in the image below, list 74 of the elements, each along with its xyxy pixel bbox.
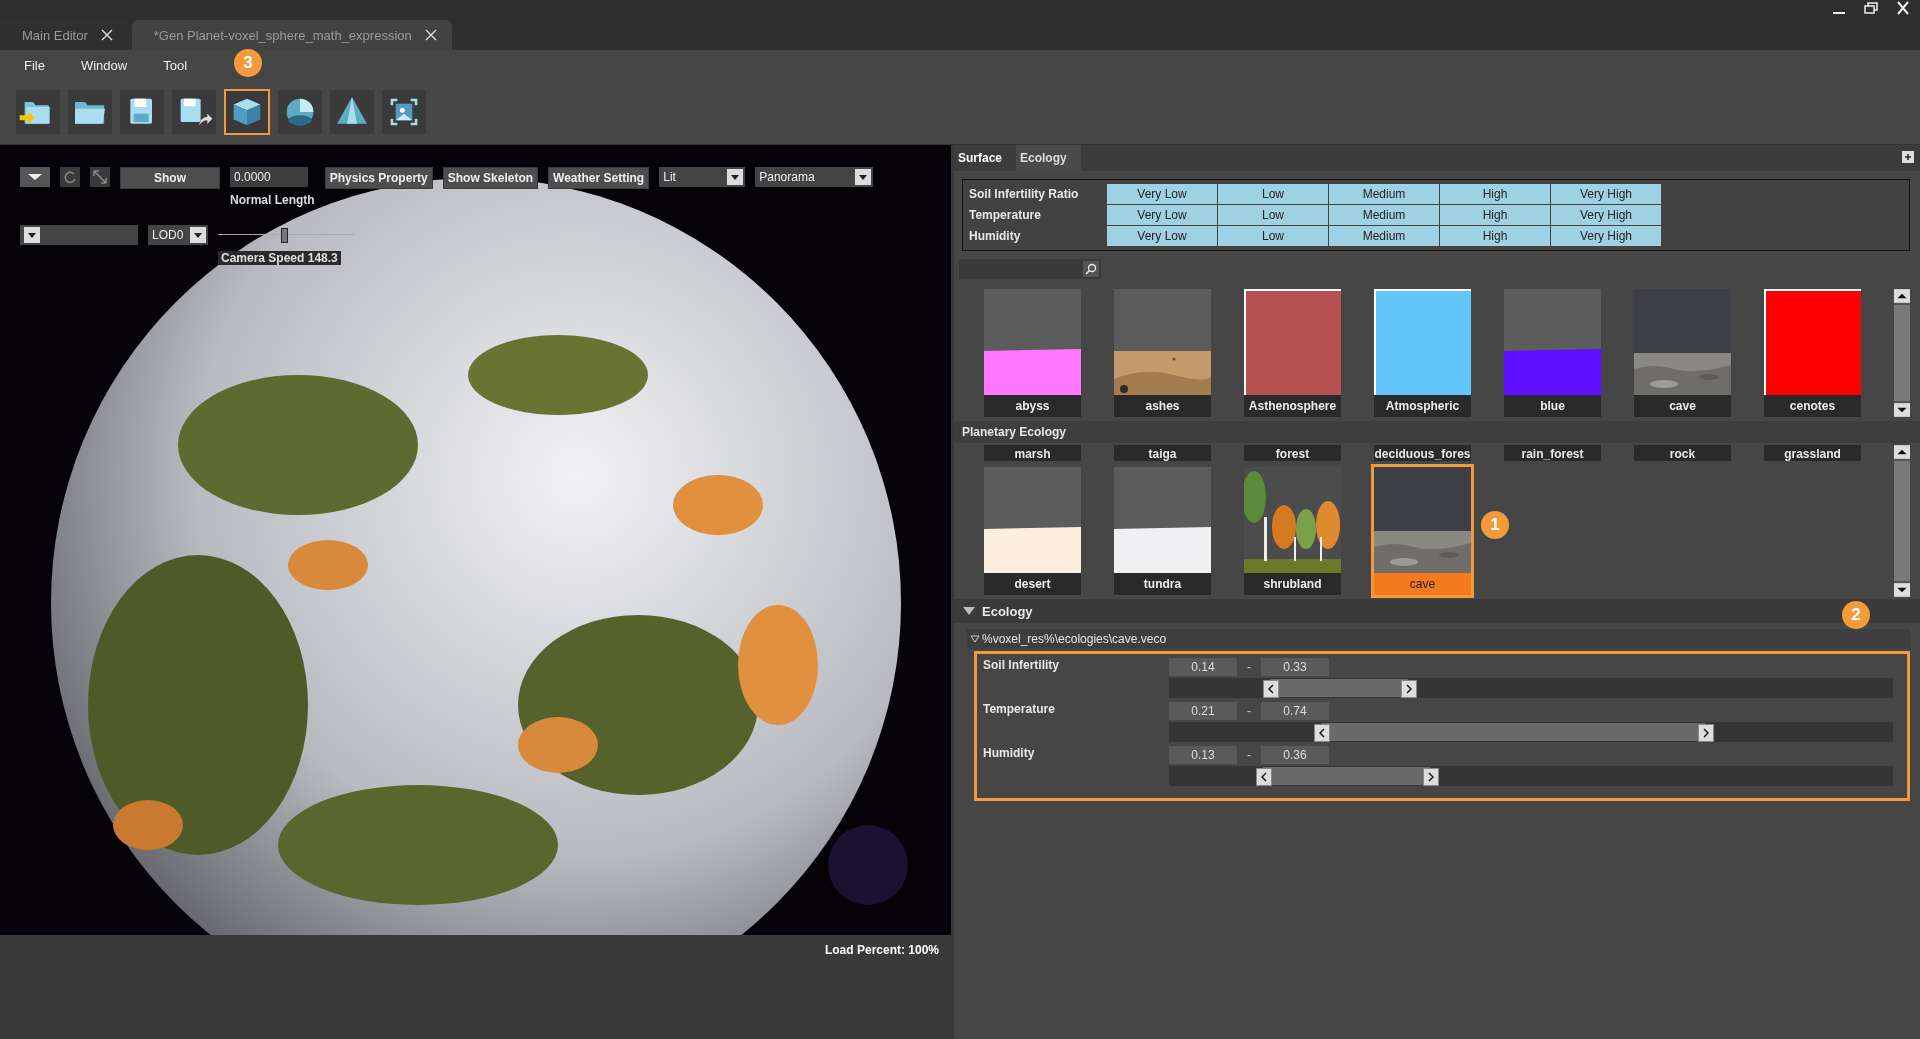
range-separator: - <box>1247 748 1251 762</box>
min-field[interactable]: 0.13 <box>1169 746 1237 764</box>
table-cell[interactable]: Medium <box>1329 205 1439 225</box>
ecology-label[interactable]: shrubland <box>1244 573 1341 595</box>
material-label[interactable]: Atmospheric <box>1374 395 1471 417</box>
editor-tab[interactable]: *Gen Planet-voxel_sphere_math_expression <box>131 20 452 50</box>
menu-item[interactable]: Window <box>56 57 140 73</box>
panel-tab[interactable]: Surface <box>954 145 1017 171</box>
ecology-card[interactable]: cave <box>1374 467 1471 595</box>
table-cell[interactable]: Low <box>1218 184 1328 204</box>
material-label[interactable]: cave <box>1634 395 1731 417</box>
ecology-card[interactable]: tundra <box>1114 467 1211 595</box>
property-label: Soil Infertility <box>983 658 1060 674</box>
property-label: Temperature <box>983 702 1056 718</box>
material-label[interactable]: abyss <box>984 395 1081 417</box>
table-cell[interactable]: Very Low <box>1107 205 1217 225</box>
step-badge: 2 <box>1842 601 1870 629</box>
toggle-button[interactable]: Physics Property <box>324 167 433 189</box>
row-label: Temperature <box>969 208 1042 222</box>
toggle-button[interactable]: Show Skeleton <box>442 167 539 189</box>
show-button[interactable]: Show <box>120 167 220 189</box>
load-percent: Load Percent: 100% <box>824 943 939 959</box>
toggle-button[interactable]: Weather Setting <box>548 167 650 189</box>
table-cell[interactable]: High <box>1440 226 1550 246</box>
ecology-label[interactable]: rain_forest <box>1504 445 1601 461</box>
table-cell[interactable]: Very High <box>1551 226 1661 246</box>
table-cell[interactable]: High <box>1440 205 1550 225</box>
menu-item[interactable]: File <box>0 57 57 73</box>
ecology-label[interactable]: rock <box>1634 445 1731 461</box>
ecology-label[interactable]: forest <box>1244 445 1341 461</box>
field-label: Normal Length <box>230 193 315 207</box>
material-label[interactable]: cenotes <box>1764 395 1861 417</box>
range-separator: - <box>1247 660 1251 674</box>
dropdown[interactable]: LOD0 <box>148 225 208 245</box>
dropdown[interactable]: Lit <box>659 167 746 187</box>
table-cell[interactable]: High <box>1440 184 1550 204</box>
min-field[interactable]: 0.21 <box>1169 702 1237 720</box>
row-label: Soil Infertility Ratio <box>969 187 1080 201</box>
ecology-label[interactable]: cave <box>1374 573 1471 595</box>
table-cell[interactable]: Low <box>1218 205 1328 225</box>
property-label: Humidity <box>983 746 1036 762</box>
material-label[interactable]: ashes <box>1114 395 1211 417</box>
table-cell[interactable]: Very Low <box>1107 226 1217 246</box>
table-cell[interactable]: Very Low <box>1107 184 1217 204</box>
table-cell[interactable]: Medium <box>1329 184 1439 204</box>
ecology-label[interactable]: grassland <box>1764 445 1861 461</box>
max-field[interactable]: 0.36 <box>1261 746 1329 764</box>
section-title: Ecology <box>982 603 1033 619</box>
table-cell[interactable]: Very High <box>1551 205 1661 225</box>
dropdown[interactable]: Panorama <box>755 167 874 187</box>
ecology-label[interactable]: tundra <box>1114 573 1211 595</box>
ecology-label[interactable]: deciduous_fores <box>1374 445 1471 461</box>
table-cell[interactable]: Very High <box>1551 184 1661 204</box>
ecology-card[interactable]: shrubland <box>1244 467 1341 595</box>
ecology-label[interactable]: taiga <box>1114 445 1211 461</box>
normal-length-field[interactable]: 0.0000 <box>230 167 308 187</box>
menu-item[interactable]: Tool <box>139 57 200 73</box>
max-field[interactable]: 0.74 <box>1261 702 1329 720</box>
step-badge: 1 <box>1481 511 1509 539</box>
table-cell[interactable]: Low <box>1218 226 1328 246</box>
row-label: Humidity <box>969 229 1022 243</box>
material-label[interactable]: blue <box>1504 395 1601 417</box>
ecology-card[interactable]: desert <box>984 467 1081 595</box>
file-path: %voxel_res%\ecologies\cave.veco <box>982 632 1167 646</box>
material-label[interactable]: Asthenosphere <box>1244 395 1341 417</box>
min-field[interactable]: 0.14 <box>1169 658 1237 676</box>
max-field[interactable]: 0.33 <box>1261 658 1329 676</box>
table-cell[interactable]: Medium <box>1329 226 1439 246</box>
ecology-label[interactable]: marsh <box>984 445 1081 461</box>
section-title: Planetary Ecology <box>962 425 1067 439</box>
camera-speed-label: Camera Speed 148.3 <box>218 251 341 265</box>
range-separator: - <box>1247 704 1251 718</box>
ecology-label[interactable]: desert <box>984 573 1081 595</box>
panel-tab[interactable]: Ecology <box>1016 145 1081 171</box>
